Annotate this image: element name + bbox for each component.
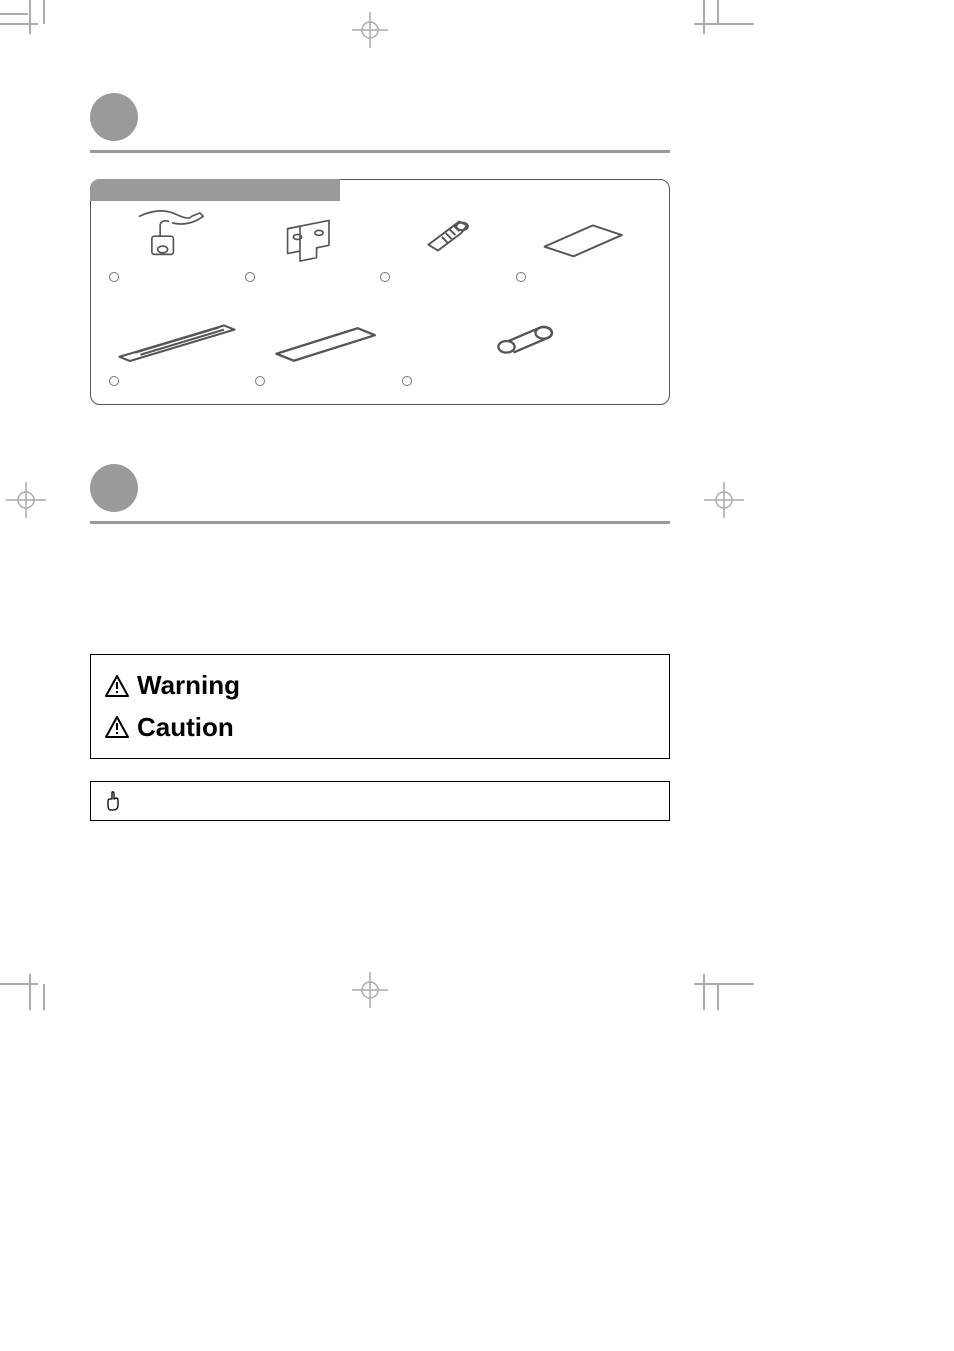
warning-row: Warning [105,665,655,707]
note-legend-box [90,781,670,821]
registration-mark-right [700,480,750,520]
connector-icon [402,312,651,370]
part-number-marker [255,376,265,386]
part-number-marker [245,272,255,282]
registration-mark-top [350,10,390,50]
warning-triangle-icon [105,675,129,697]
part-camera [109,208,245,282]
sheet-icon [516,208,652,266]
part-number-marker [402,376,412,386]
parts-row-2 [109,312,651,386]
part-connector [402,312,651,386]
section-1-header [90,90,670,144]
pointing-hand-icon [105,790,121,812]
part-number-marker [516,272,526,282]
crop-mark-br [684,960,754,1010]
crop-mark-tl [0,0,60,50]
crop-mark-bl [0,960,60,1010]
warning-label: Warning [137,665,240,707]
camera-icon [109,208,245,266]
bolt-icon [380,208,516,266]
caution-label: Caution [137,707,234,749]
warning-caution-legend-box: Warning Caution [90,654,670,759]
parts-list-tab [90,179,340,201]
caution-row: Caution [105,707,655,749]
section-bullet-icon [90,93,138,141]
flat-strip-icon [255,312,401,370]
crop-mark-tr [684,0,754,50]
registration-mark-bottom [350,970,390,1010]
section-2-rule [90,521,670,524]
section-bullet-icon [90,464,138,512]
parts-row-1 [109,208,651,282]
registration-mark-left [0,480,50,520]
part-bracket [245,208,381,282]
part-number-marker [380,272,390,282]
section-1-rule [90,150,670,153]
parts-list-box [90,179,670,405]
part-flat-strip [255,312,401,386]
part-number-marker [109,376,119,386]
section-2-header [90,461,670,515]
part-long-strip [109,312,255,386]
part-bolt [380,208,516,282]
caution-triangle-icon [105,716,129,738]
bracket-icon [245,208,381,266]
part-sheet [516,208,652,282]
part-number-marker [109,272,119,282]
long-strip-icon [109,312,255,370]
